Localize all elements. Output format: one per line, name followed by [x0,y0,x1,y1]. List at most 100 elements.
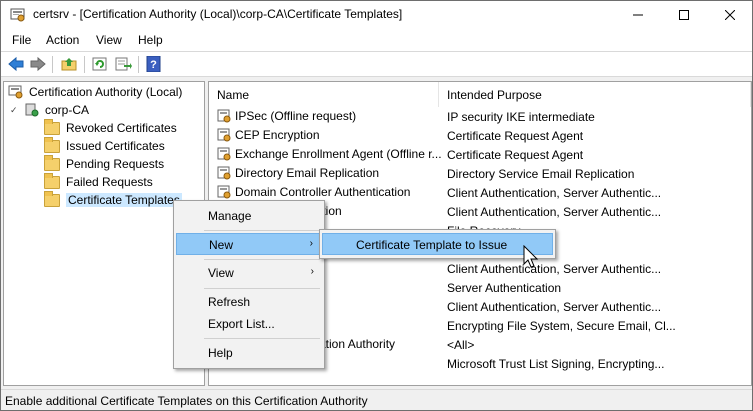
menu-separator [204,338,320,339]
folder-icon [44,118,60,135]
tree-item-label: Failed Requests [66,175,153,189]
toolbar-separator [84,56,85,73]
context-menu: Manage New › View › Refresh Export List.… [173,200,325,369]
intended-purpose-cell: Encrypting File System, Secure Email, Cl… [447,319,676,333]
menu-view[interactable]: View [96,33,122,47]
intended-purpose-cell: Certificate Request Agent [447,148,584,162]
tree-item-root[interactable]: Certification Authority (Local) [8,83,182,101]
intended-purpose-cell: Client Authentication, Server Authentic.… [447,262,662,276]
context-menu-view[interactable]: View › [176,262,322,284]
close-button[interactable] [707,1,753,29]
tree-item-ca[interactable]: ✓ corp-CA [10,101,89,119]
mmc-window: certsrv - [Certification Authority (Loca… [0,0,753,411]
maximize-button[interactable] [661,1,707,29]
svg-text:?: ? [150,59,157,71]
list-item[interactable]: IPSec (Offline request) IP security IKE i… [209,108,751,127]
intended-purpose-cell: IP security IKE intermediate [447,110,595,124]
list-item[interactable]: Directory Email Replication Directory Ser… [209,165,751,184]
status-text: Enable additional Certificate Templates … [5,394,368,408]
certificate-template-icon [217,109,231,123]
window-title: certsrv - [Certification Authority (Loca… [33,7,403,21]
menu-separator [204,288,320,289]
chevron-right-icon: › [309,238,313,249]
menu-separator [204,230,320,231]
chevron-right-icon: › [310,266,314,277]
back-arrow-icon[interactable] [7,56,25,72]
tree-item-pending-requests[interactable]: Pending Requests [44,154,165,173]
tree-item-label: Certificate Templates [66,193,182,207]
template-name-cell: Domain Controller Authentication [217,185,442,199]
intended-purpose-cell: Client Authentication, Server Authentic.… [447,300,662,314]
menu-action[interactable]: Action [46,33,79,47]
intended-purpose-cell: Microsoft Trust List Signing, Encrypting… [447,357,665,371]
certificate-template-icon [217,185,231,199]
folder-icon [44,154,60,171]
certificate-template-icon [217,128,231,142]
template-name: Exchange Enrollment Agent (Offline r... [235,147,442,161]
help-icon[interactable]: ? [145,56,163,72]
menu-item-label: Export List... [208,317,275,331]
template-name: Directory Email Replication [235,166,380,180]
column-header-name[interactable]: Name [209,82,439,107]
tree-item-label: Issued Certificates [66,139,165,153]
list-item[interactable]: Exchange Enrollment Agent (Offline r... C… [209,146,751,165]
template-name: Domain Controller Authentication [235,185,411,199]
ca-server-icon [25,103,39,117]
forward-arrow-icon[interactable] [29,56,47,72]
intended-purpose-cell: Certificate Request Agent [447,129,584,143]
menu-file[interactable]: File [12,33,31,47]
menu-item-label: Certificate Template to Issue [356,238,508,252]
status-bar: Enable additional Certificate Templates … [1,389,752,410]
folder-icon [44,172,60,189]
certificate-template-icon [217,166,231,180]
folder-icon [44,136,60,153]
template-name-cell: Directory Email Replication [217,166,442,180]
toolbar-separator [52,56,53,73]
export-list-icon[interactable] [114,56,132,72]
tree-item-certificate-templates[interactable]: Certificate Templates [44,190,182,209]
template-name-cell: IPSec (Offline request) [217,109,442,123]
menu-item-label: New [209,238,234,252]
minimize-button[interactable] [615,1,661,29]
menu-item-label: Refresh [208,295,251,309]
context-menu-manage[interactable]: Manage [176,205,322,227]
up-folder-icon[interactable] [60,56,78,72]
toolbar-separator [138,56,139,73]
chevron-down-icon[interactable]: ✓ [10,105,20,116]
context-menu-new[interactable]: New › [176,233,322,255]
menu-item-label: View [208,266,234,280]
mouse-cursor-icon [523,245,539,268]
refresh-icon[interactable] [91,56,109,72]
menu-separator [204,259,320,260]
intended-purpose-cell: Client Authentication, Server Authentic.… [447,186,662,200]
menu-item-label: Manage [208,209,252,223]
certificate-template-icon [217,147,231,161]
tree-item-label: Revoked Certificates [66,121,177,135]
context-menu-help[interactable]: Help [176,342,322,364]
column-header-intended-purpose[interactable]: Intended Purpose [439,82,751,107]
menu-help[interactable]: Help [138,33,163,47]
close-icon [725,10,735,20]
maximize-icon [679,10,689,20]
submenu-certificate-template-to-issue[interactable]: Certificate Template to Issue [322,233,553,255]
new-submenu: Certificate Template to Issue [319,229,556,259]
tree-item-label: Pending Requests [66,157,165,171]
intended-purpose-cell: <All> [447,338,475,352]
intended-purpose-cell: Directory Service Email Replication [447,167,635,181]
template-name: IPSec (Offline request) [235,109,357,123]
toolbar: ? [1,51,752,77]
template-name: CEP Encryption [235,128,320,142]
list-item[interactable]: CEP Encryption Certificate Request Agent [209,127,751,146]
context-menu-export-list[interactable]: Export List... [176,313,322,335]
intended-purpose-cell: Server Authentication [447,281,562,295]
context-menu-refresh[interactable]: Refresh [176,291,322,313]
menu-bar: File Action View Help [1,29,752,51]
tree-item-issued-certificates[interactable]: Issued Certificates [44,136,165,155]
tree-item-failed-requests[interactable]: Failed Requests [44,172,153,191]
certification-authority-icon [8,85,23,99]
intended-purpose-cell: Client Authentication, Server Authentic.… [447,205,662,219]
tree-item-revoked-certificates[interactable]: Revoked Certificates [44,118,177,137]
tree-item-label: Certification Authority (Local) [29,85,183,99]
folder-icon [44,190,60,207]
template-name-cell: CEP Encryption [217,128,442,142]
